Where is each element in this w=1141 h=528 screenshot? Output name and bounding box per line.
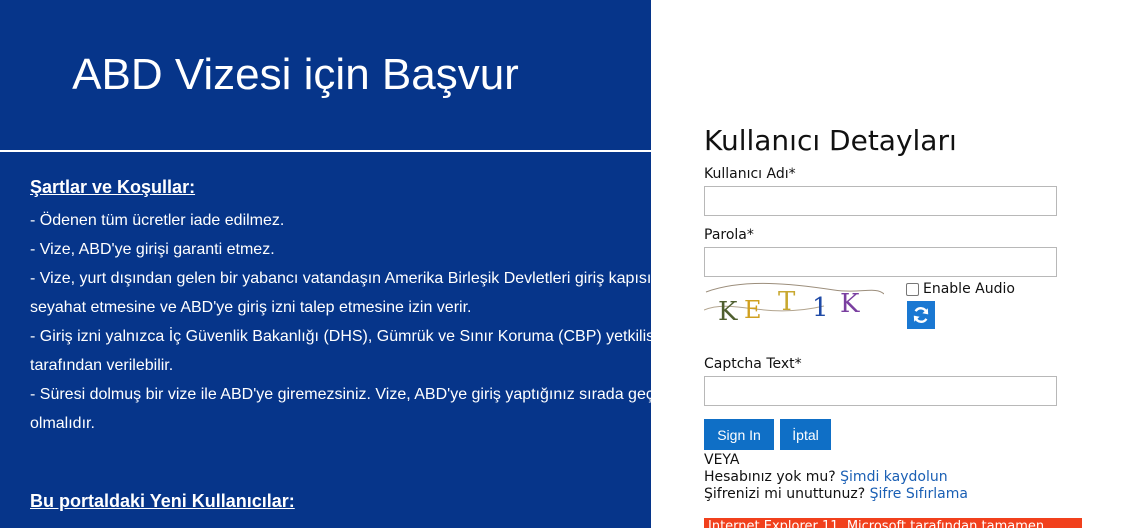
- terms-line: tarafından verilebilir.: [30, 357, 174, 374]
- terms-line: - Vize, yurt dışından gelen bir yabancı …: [30, 270, 651, 287]
- enable-audio-checkbox[interactable]: Enable Audio: [906, 281, 1015, 297]
- or-separator: VEYA: [704, 452, 740, 468]
- checkbox-box[interactable]: [906, 282, 919, 296]
- captcha-char: 1: [812, 293, 829, 323]
- captcha-char: T: [778, 287, 796, 317]
- register-line: Hesabınız yok mu? Şimdi kaydolun: [704, 469, 948, 485]
- page-title: ABD Vizesi için Başvur: [72, 50, 519, 99]
- refresh-icon: [913, 307, 929, 323]
- new-users-heading: Bu portaldaki Yeni Kullanıcılar:: [30, 491, 295, 511]
- username-input[interactable]: [704, 186, 1057, 216]
- new-users-section: Bu portaldaki Yeni Kullanıcılar:: [30, 491, 295, 512]
- captcha-input[interactable]: [704, 376, 1057, 406]
- hero-banner: ABD Vizesi için Başvur: [0, 0, 651, 152]
- captcha-label: Captcha Text*: [704, 356, 802, 372]
- terms-line: - Vize, ABD'ye girişi garanti etmez.: [30, 241, 275, 258]
- username-label: Kullanıcı Adı*: [704, 166, 796, 182]
- sign-in-button[interactable]: Sign In: [704, 419, 774, 450]
- terms-line: seyahat etmesine ve ABD'ye giriş izni ta…: [30, 299, 472, 316]
- captcha-image: K E T 1 K: [704, 282, 884, 326]
- captcha-char: K: [718, 297, 738, 326]
- reset-password-link[interactable]: Şifre Sıfırlama: [870, 486, 968, 502]
- login-title: Kullanıcı Detayları: [704, 124, 957, 157]
- info-panel: ABD Vizesi için Başvur Şartlar ve Koşull…: [0, 0, 651, 528]
- enable-audio-label: Enable Audio: [923, 281, 1015, 297]
- captcha-char: E: [744, 296, 762, 324]
- forgot-line: Şifrenizi mi unuttunuz? Şifre Sıfırlama: [704, 486, 968, 502]
- ie-warning-banner: Internet Explorer 11, Microsoft tarafınd…: [704, 518, 1082, 528]
- terms-line: olmalıdır.: [30, 415, 95, 432]
- terms-line: - Giriş izni yalnızca İç Güvenlik Bakanl…: [30, 328, 651, 345]
- login-panel: Kullanıcı Detayları Kullanıcı Adı* Parol…: [651, 0, 1141, 528]
- no-account-text: Hesabınız yok mu?: [704, 469, 836, 485]
- password-label: Parola*: [704, 227, 754, 243]
- terms-line: - Süresi dolmuş bir vize ile ABD'ye gire…: [30, 386, 651, 403]
- cancel-button[interactable]: İptal: [780, 419, 831, 450]
- refresh-captcha-button[interactable]: [907, 301, 935, 329]
- terms-line: - Ödenen tüm ücretler iade edilmez.: [30, 212, 285, 229]
- forgot-text: Şifrenizi mi unuttunuz?: [704, 486, 866, 502]
- terms-section: Şartlar ve Koşullar: - Ödenen tüm ücretl…: [30, 177, 651, 438]
- terms-heading: Şartlar ve Koşullar:: [30, 177, 196, 197]
- captcha-char: K: [840, 289, 860, 319]
- register-link[interactable]: Şimdi kaydolun: [840, 469, 947, 485]
- password-input[interactable]: [704, 247, 1057, 277]
